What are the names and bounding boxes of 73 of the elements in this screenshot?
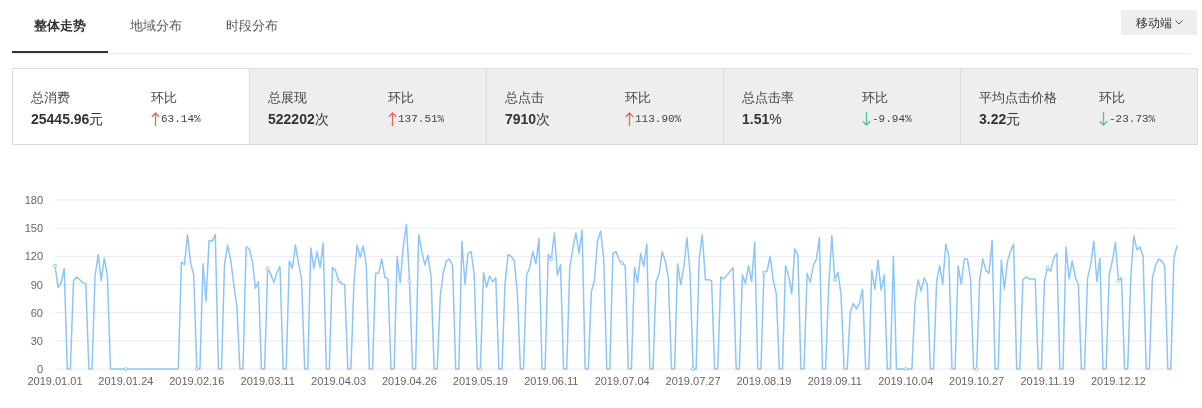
axis-label: 2019.07.04 <box>594 375 650 387</box>
change-value: -23.73% <box>1109 111 1156 127</box>
data-point-marker <box>478 367 483 371</box>
data-point-marker <box>407 278 412 283</box>
change-value: -9.94% <box>872 111 912 127</box>
axis-label: 2019.06.11 <box>524 375 579 387</box>
stat-value: 1.51% <box>742 110 783 128</box>
stat-label: 总点击 <box>505 90 545 106</box>
axis-label: 2019.01.01 <box>27 375 83 387</box>
change-label: 环比 <box>625 90 652 106</box>
stat-card[interactable]: 平均点击价格 3.22元 环比 -23.73% <box>960 69 1197 144</box>
stat-label: 总消费 <box>31 90 71 106</box>
axis-label: 2019.03.11 <box>240 375 295 387</box>
axis-label: 2019.08.19 <box>736 375 792 387</box>
data-point-marker <box>832 277 837 282</box>
data-point-marker <box>265 266 270 271</box>
axis-label: 2019.07.27 <box>665 375 721 387</box>
stat-card[interactable]: 总点击率 1.51% 环比 -9.94% <box>723 69 960 144</box>
stat-card[interactable]: 总展现 522202次 环比 137.51% <box>249 69 486 144</box>
stat-value: 522202次 <box>268 110 330 128</box>
stat-value: 3.22元 <box>979 110 1022 128</box>
data-point-marker <box>549 257 554 262</box>
stat-value: 7910次 <box>505 110 552 128</box>
change-value: 137.51% <box>398 111 445 127</box>
data-point-marker <box>974 367 979 371</box>
axis-label: 2019.05.19 <box>452 375 508 387</box>
data-point-marker <box>620 260 625 265</box>
data-point-marker <box>761 270 766 275</box>
up-arrow-icon <box>388 112 397 126</box>
axis-label: 2019.12.12 <box>1090 375 1146 387</box>
axis-label: 2019.01.24 <box>98 375 154 387</box>
axis-label: 2019.09.11 <box>807 375 862 387</box>
axis-label: 30 <box>30 334 43 347</box>
axis-label: 180 <box>24 194 43 206</box>
data-point-marker <box>691 367 696 371</box>
axis-label: 2019.04.26 <box>381 375 437 387</box>
change-label: 环比 <box>151 90 178 106</box>
stat-label: 总展现 <box>268 90 308 106</box>
axis-label: 60 <box>30 306 43 319</box>
up-arrow-icon <box>625 112 634 126</box>
change-value: 63.14% <box>161 111 201 127</box>
axis-label: 2019.11.19 <box>1020 375 1075 387</box>
axis-label: 120 <box>24 250 43 263</box>
stat-value: 25445.96元 <box>31 110 105 128</box>
stat-label: 平均点击价格 <box>979 90 1058 106</box>
down-arrow-icon <box>862 112 871 126</box>
data-point-marker <box>1045 265 1050 270</box>
data-point-marker <box>53 263 57 268</box>
axis-label: 150 <box>24 222 43 235</box>
axis-label: 90 <box>30 278 43 291</box>
change-label: 环比 <box>862 90 889 106</box>
stat-card[interactable]: 总点击 7910次 环比 113.90% <box>486 69 723 144</box>
up-arrow-icon <box>151 112 160 126</box>
tab[interactable]: 整体走势 <box>12 0 108 53</box>
axis-label: 2019.04.03 <box>311 375 367 387</box>
data-point-marker <box>336 278 341 283</box>
stat-label: 总点击率 <box>742 90 795 106</box>
tab[interactable]: 时段分布 <box>204 0 300 53</box>
down-arrow-icon <box>1099 112 1108 126</box>
axis-label: 2019.10.04 <box>878 375 934 387</box>
axis-label: 0 <box>36 363 43 375</box>
data-point-marker <box>903 367 908 371</box>
data-point-marker <box>194 367 199 371</box>
platform-dropdown[interactable]: 移动端 <box>1121 10 1197 35</box>
tab[interactable]: 地域分布 <box>108 0 204 53</box>
change-value: 113.90% <box>635 111 682 127</box>
axis-label: 2019.02.16 <box>169 375 225 387</box>
change-label: 环比 <box>1099 90 1126 106</box>
data-point-marker <box>1116 278 1121 283</box>
change-label: 环比 <box>388 90 415 106</box>
chevron-down-icon <box>1174 20 1183 25</box>
axis-label: 2019.10.27 <box>949 375 1005 387</box>
data-point-marker <box>123 367 128 371</box>
